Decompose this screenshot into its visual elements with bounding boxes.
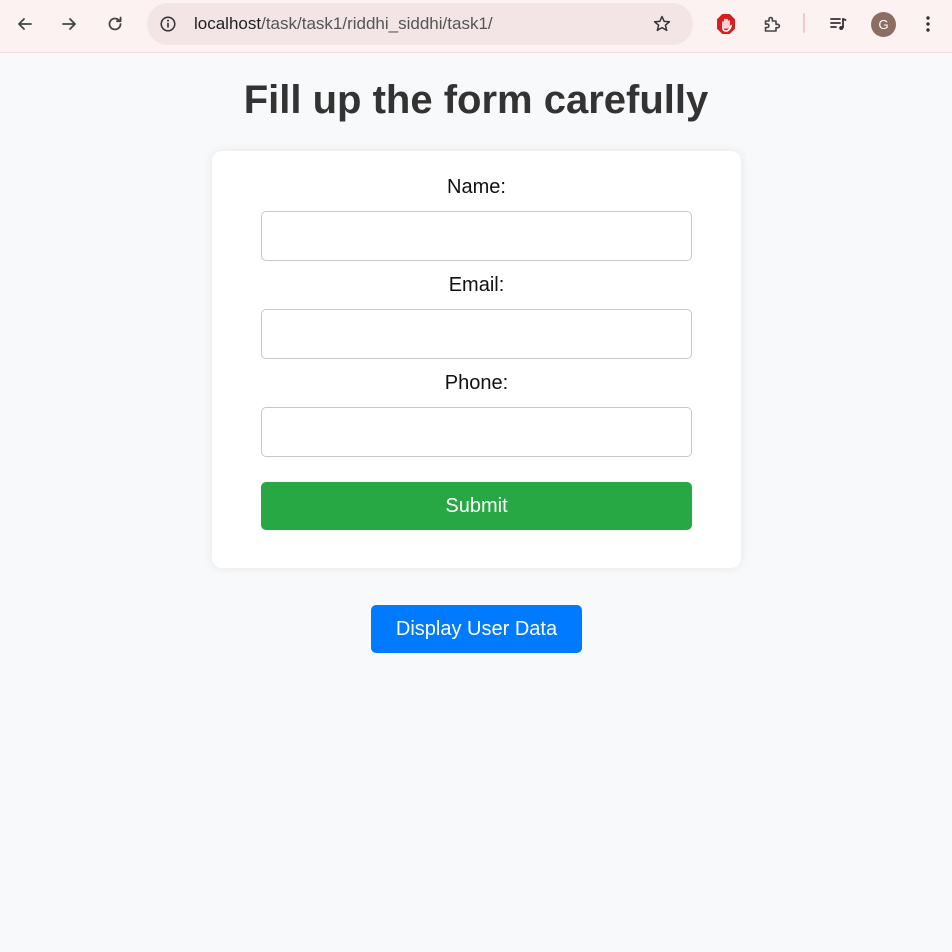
star-icon [653,15,671,32]
reload-button[interactable] [97,6,133,42]
url-path: /task/task1/riddhi_siddhi/task1/ [261,14,493,33]
name-label: Name: [447,176,506,198]
page-title: Fill up the form carefully [243,78,709,122]
browser-toolbar: localhost/task/task1/riddhi_siddhi/task1… [0,0,952,53]
back-button[interactable] [7,6,43,42]
display-user-data-button[interactable]: Display User Data [371,605,582,653]
submit-button[interactable]: Submit [261,482,692,530]
extensions-button[interactable] [754,6,790,42]
stop-hand-icon [717,14,735,34]
phone-input[interactable] [261,407,692,457]
profile-avatar[interactable]: G [871,12,896,37]
adblock-extension-button[interactable] [708,6,744,42]
info-icon [160,16,176,32]
bookmark-button[interactable] [648,10,676,38]
address-bar[interactable]: localhost/task/task1/riddhi_siddhi/task1… [147,3,693,45]
media-controls-button[interactable] [820,6,856,42]
puzzle-icon [764,16,781,32]
reload-icon [108,16,122,31]
url-host: localhost [194,14,262,33]
email-label: Email: [448,274,505,296]
url-text: localhost/task/task1/riddhi_siddhi/task1… [194,3,493,45]
toolbar-divider [803,13,805,33]
media-queue-icon [830,18,847,30]
email-input[interactable] [261,309,692,359]
forward-button[interactable] [51,6,87,42]
kebab-menu-icon [926,16,930,32]
name-input[interactable] [261,211,692,261]
user-form: Name: Email: Phone: Submit [212,151,741,568]
back-arrow-icon [18,18,32,30]
forward-arrow-icon [62,18,76,30]
phone-label: Phone: [444,372,509,394]
browser-menu-button[interactable] [910,6,946,42]
site-info-button[interactable] [153,9,183,39]
